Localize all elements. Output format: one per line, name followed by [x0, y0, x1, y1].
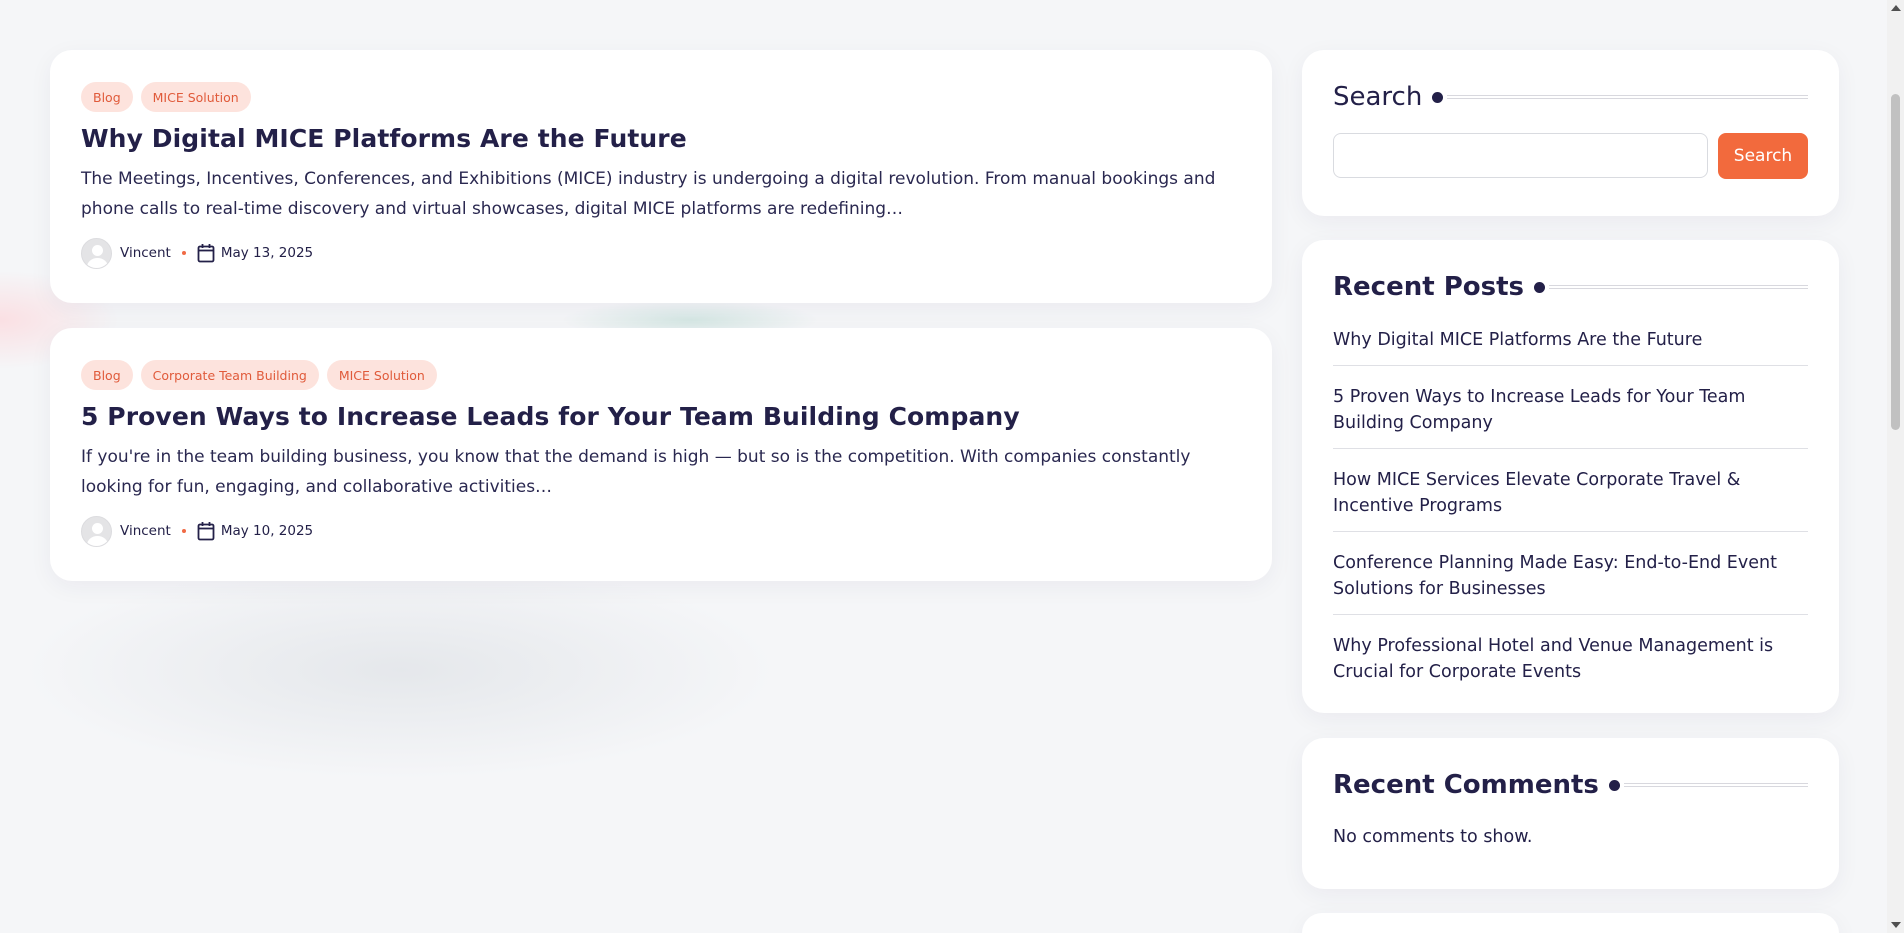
title-line-decoration	[1623, 783, 1808, 787]
recent-post-link[interactable]: Conference Planning Made Easy: End-to-En…	[1333, 550, 1808, 615]
recent-posts-widget: Recent Posts Why Digital MICE Platforms …	[1302, 240, 1839, 713]
recent-post-link[interactable]: Why Digital MICE Platforms Are the Futur…	[1333, 327, 1808, 366]
meta-separator	[181, 251, 186, 255]
calendar-icon	[197, 521, 215, 541]
author-name[interactable]: Vincent	[120, 523, 171, 539]
background-decoration	[20, 560, 780, 780]
tag-link[interactable]: Blog	[81, 360, 133, 390]
avatar	[81, 515, 112, 547]
post-date[interactable]: May 13, 2025	[221, 245, 313, 261]
recent-post-link[interactable]: 5 Proven Ways to Increase Leads for Your…	[1333, 384, 1808, 449]
post-title[interactable]: 5 Proven Ways to Increase Leads for Your…	[81, 402, 1241, 431]
avatar	[81, 237, 112, 269]
widget-title: Recent Posts	[1333, 272, 1524, 302]
tag-link[interactable]: Blog	[81, 82, 133, 112]
scrollbar[interactable]	[1887, 0, 1904, 933]
page: Blog MICE Solution Why Digital MICE Plat…	[0, 0, 1904, 933]
scroll-thumb[interactable]	[1891, 94, 1900, 430]
post-excerpt: If you're in the team building business,…	[81, 447, 1191, 497]
tag-link[interactable]: Corporate Team Building	[140, 360, 319, 390]
search-form: Search	[1333, 133, 1808, 179]
post-tags: Blog Corporate Team Building MICE Soluti…	[81, 360, 1241, 390]
post-title[interactable]: Why Digital MICE Platforms Are the Futur…	[81, 124, 1241, 153]
author-name[interactable]: Vincent	[120, 245, 171, 261]
widget-header: Recent Posts	[1333, 267, 1808, 307]
post-meta: Vincent May 13, 2025	[81, 237, 1241, 269]
widget-header: Search	[1333, 77, 1808, 117]
post-card: Blog Corporate Team Building MICE Soluti…	[50, 328, 1272, 581]
recent-comments-widget: Recent Comments No comments to show.	[1302, 738, 1839, 889]
search-button[interactable]: Search	[1718, 133, 1808, 179]
calendar-icon	[197, 243, 215, 263]
post-tags: Blog MICE Solution	[81, 82, 1241, 112]
recent-posts-list: Why Digital MICE Platforms Are the Futur…	[1333, 327, 1808, 685]
post-excerpt: The Meetings, Incentives, Conferences, a…	[81, 169, 1216, 219]
title-dot-decoration	[1534, 281, 1545, 293]
widget-header: Recent Comments	[1333, 765, 1808, 805]
widget-title: Recent Comments	[1333, 770, 1599, 800]
tag-link[interactable]: MICE Solution	[140, 82, 251, 112]
search-widget: Search Search	[1302, 50, 1839, 216]
post-card: Blog MICE Solution Why Digital MICE Plat…	[50, 50, 1272, 303]
scroll-up-arrow-icon[interactable]	[1891, 5, 1901, 11]
meta-separator	[181, 529, 186, 533]
recent-post-link[interactable]: How MICE Services Elevate Corporate Trav…	[1333, 467, 1808, 532]
post-meta: Vincent May 10, 2025	[81, 515, 1241, 547]
recent-post-link[interactable]: Why Professional Hotel and Venue Managem…	[1333, 633, 1808, 685]
post-date[interactable]: May 10, 2025	[221, 523, 313, 539]
widget-title: Search	[1333, 82, 1423, 112]
title-line-decoration	[1549, 285, 1808, 289]
scroll-down-arrow-icon[interactable]	[1891, 922, 1901, 928]
search-input[interactable]	[1333, 133, 1708, 178]
no-comments-text: No comments to show.	[1333, 827, 1533, 847]
title-dot-decoration	[1608, 779, 1620, 791]
sidebar-widget	[1302, 913, 1839, 933]
title-line-decoration	[1447, 95, 1808, 99]
tag-link[interactable]: MICE Solution	[326, 360, 437, 390]
title-dot-decoration	[1432, 91, 1444, 103]
